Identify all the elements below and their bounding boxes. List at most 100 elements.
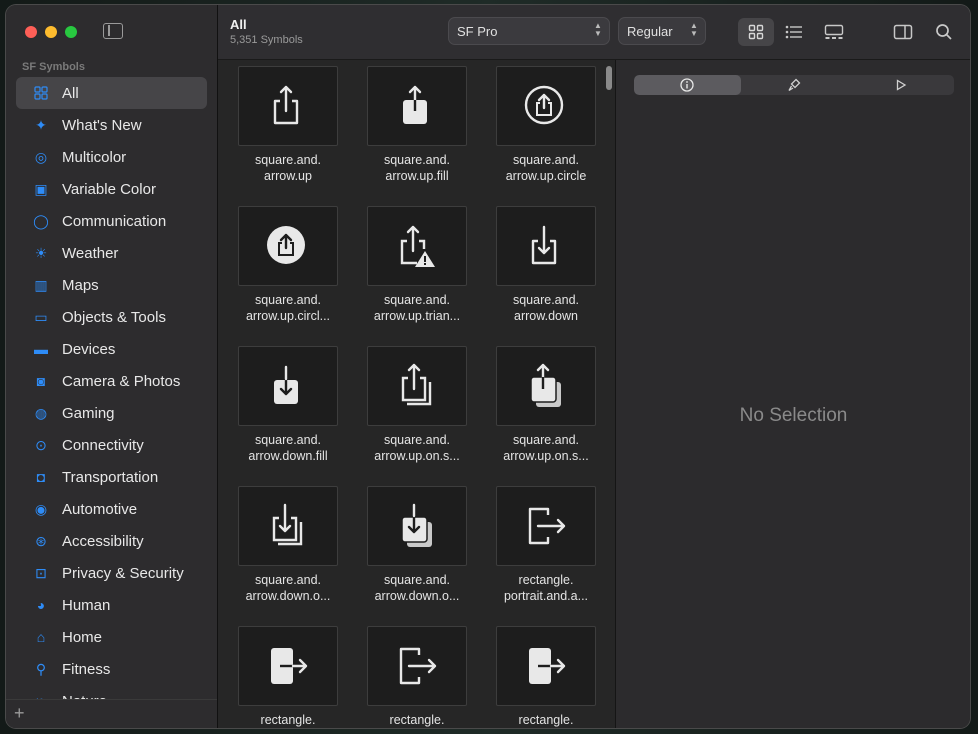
rect-arrow-right-icon [528,507,566,545]
symbol-cell[interactable]: square.and. arrow.up.circle [496,66,596,206]
symbol-grid: square.and. arrow.up square.and. arrow.up… [238,66,596,728]
sidebar-item-human[interactable]: ◕ Human [16,589,207,621]
symbol-tile[interactable] [496,206,596,286]
sidebar-item-privacy-security[interactable]: ⊡ Privacy & Security [16,557,207,589]
symbol-cell[interactable]: square.and. arrow.up.on.s... [367,346,467,486]
symbol-name: square.and. arrow.down.fill [248,433,328,463]
symbol-name: rectangle. portrait.and.a... [503,573,589,603]
message-bubble-icon: ◯ [33,212,49,229]
symbol-name: square.and. arrow.up.trian... [373,293,461,323]
search-icon [936,24,952,40]
sidebar-item-variable-color[interactable]: ▣ Variable Color [16,173,207,205]
play-icon [896,79,906,91]
symbol-name: square.and. arrow.down.o... [245,573,331,603]
sidebar-item-label: Weather [62,244,119,262]
close-window-button[interactable] [25,26,37,38]
sidebar-item-label: All [62,84,79,102]
font-popup[interactable]: SF Pro ▲ ▼ [449,18,609,44]
symbol-name: square.and. arrow.up.on.s... [503,433,589,463]
sidebar-item-transportation[interactable]: ◘ Transportation [16,461,207,493]
sidebar-item-fitness[interactable]: ⚲ Fitness [16,653,207,685]
sidebar-item-maps[interactable]: ▥ Maps [16,269,207,301]
symbol-tile[interactable] [496,486,596,566]
symbol-cell[interactable]: square.and. arrow.up.circl... [238,206,338,346]
symbol-tile[interactable] [367,626,467,706]
symbol-tile[interactable] [238,346,338,426]
rect-arrow-right-icon [399,647,437,685]
share-triangle-icon [400,225,435,267]
symbol-cell[interactable]: rectangle. [367,626,467,728]
sidebar-item-automotive[interactable]: ◉ Automotive [16,493,207,525]
symbol-name: square.and. arrow.down [512,293,580,323]
rect-arrow-right-fill-icon [529,648,566,684]
paintbrush-icon [788,78,801,92]
sidebar-item-label: Transportation [62,468,159,486]
house-icon: ⌂ [36,629,46,645]
minimize-window-button[interactable] [45,26,57,38]
share-stack-icon [401,363,432,406]
gallery-view-button[interactable] [816,18,852,46]
tab-info[interactable] [634,75,741,95]
sidebar: SF Symbols All ✦ What's New ◎ Multicolor ▣ Var… [6,5,218,728]
search-button[interactable] [926,18,962,46]
sidebar-item-accessibility[interactable]: ⊛ Accessibility [16,525,207,557]
symbol-cell[interactable]: square.and. arrow.down [496,206,596,346]
symbol-tile[interactable] [238,206,338,286]
symbol-cell[interactable]: rectangle. [238,626,338,728]
symbol-cell[interactable]: square.and. arrow.up [238,66,338,206]
symbol-tile[interactable] [367,206,467,286]
symbol-tile[interactable] [367,346,467,426]
symbol-tile[interactable] [496,66,596,146]
symbol-tile[interactable] [238,66,338,146]
sidebar-item-label: What's New [62,116,142,134]
weight-popup[interactable]: Regular ▲ ▼ [619,18,705,44]
tab-customize[interactable] [741,75,848,95]
symbol-cell[interactable]: square.and. arrow.up.on.s... [496,346,596,486]
sidebar-toggle-icon[interactable] [103,23,123,39]
add-collection-button[interactable]: + [14,704,25,722]
chevron-up-down-icon: ▲ ▼ [690,21,698,38]
sidebar-item-connectivity[interactable]: ⊙ Connectivity [16,429,207,461]
sidebar-item-weather[interactable]: ☀ Weather [16,237,207,269]
symbol-name: square.and. arrow.up.fill [383,153,451,183]
window-controls [25,26,77,38]
symbol-cell[interactable]: rectangle. [496,626,596,728]
symbol-tile[interactable] [238,626,338,706]
symbol-tile[interactable] [496,626,596,706]
download-fill-icon [274,365,298,404]
vertical-scrollbar[interactable] [606,66,612,90]
sidebar-item-gaming[interactable]: ◍ Gaming [16,397,207,429]
sidebar-item-label: Communication [62,212,167,230]
symbol-cell[interactable]: rectangle. portrait.and.a... [496,486,596,626]
symbol-name: rectangle. [518,713,574,727]
symbol-tile[interactable] [238,486,338,566]
sidebar-item-label: Human [62,596,111,614]
symbol-tile[interactable] [367,486,467,566]
zoom-window-button[interactable] [65,26,77,38]
symbol-cell[interactable]: square.and. arrow.down.o... [238,486,338,626]
inspector-toggle-button[interactable] [885,18,921,46]
symbol-cell[interactable]: square.and. arrow.up.fill [367,66,467,206]
inspector-panel: No Selection [615,60,970,728]
figure-run-icon: ⚲ [35,660,47,677]
grid-view-button[interactable] [738,18,774,46]
sidebar-item-communication[interactable]: ◯ Communication [16,205,207,237]
grid-icon [32,84,50,102]
sidebar-item-camera-photos[interactable]: ◙ Camera & Photos [16,365,207,397]
sparkle-icon: ✦ [35,116,47,133]
symbol-tile[interactable] [367,66,467,146]
list-view-button[interactable] [776,18,812,46]
symbol-name: square.and. arrow.up.circl... [245,293,331,323]
tab-animation[interactable] [847,75,954,95]
sidebar-item-objects-tools[interactable]: ▭ Objects & Tools [16,301,207,333]
symbol-cell[interactable]: square.and. arrow.down.o... [367,486,467,626]
symbol-cell[interactable]: square.and. arrow.down.fill [238,346,338,486]
sidebar-item-multicolor[interactable]: ◎ Multicolor [16,141,207,173]
category-list: All ✦ What's New ◎ Multicolor ▣ Variable Color… [16,77,207,717]
sidebar-item-what-s-new[interactable]: ✦ What's New [16,109,207,141]
symbol-tile[interactable] [496,346,596,426]
symbol-cell[interactable]: square.and. arrow.up.trian... [367,206,467,346]
sidebar-item-all[interactable]: All [16,77,207,109]
sidebar-item-devices[interactable]: ▬ Devices [16,333,207,365]
sidebar-item-home[interactable]: ⌂ Home [16,621,207,653]
